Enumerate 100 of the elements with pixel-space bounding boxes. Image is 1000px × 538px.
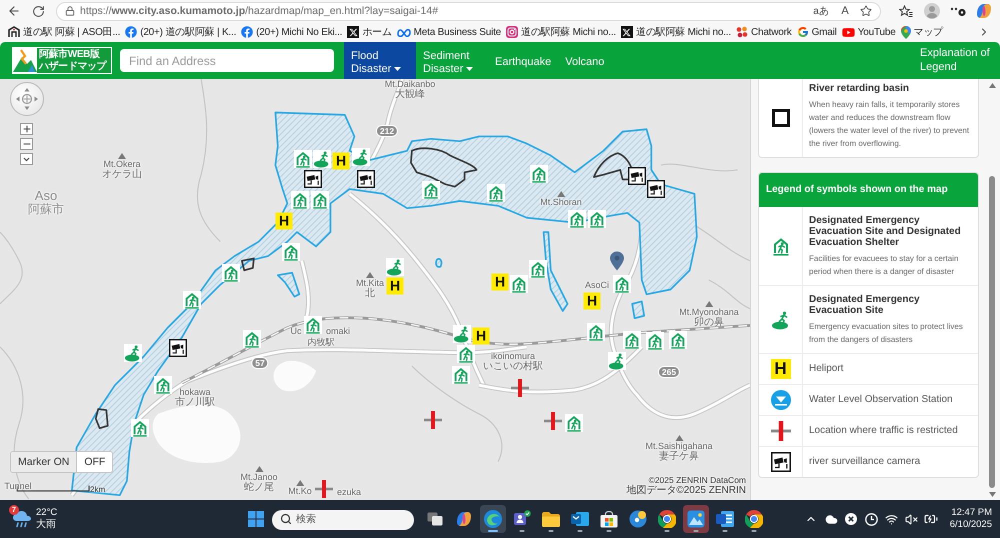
url-text: https://www.city.aso.kumamoto.jp/hazardmap/map_en.html?lay=saigai-14# — [80, 5, 440, 17]
evacuation-shelter-marker-icon[interactable] — [646, 332, 664, 350]
rain-cloud-icon[interactable] — [12, 510, 32, 528]
taskbar-app-button[interactable] — [683, 505, 709, 533]
place-label: hokawa — [179, 387, 211, 397]
heliport-marker[interactable]: H — [584, 292, 600, 310]
bookmark-item[interactable]: YouTube — [842, 26, 896, 38]
evacuation-shelter-marker-icon[interactable] — [565, 414, 583, 432]
retarding-basin-outline — [241, 258, 255, 272]
bookmark-item[interactable]: 道の駅阿蘇 Michi no... — [620, 25, 731, 39]
bookmark-item[interactable]: 道の駅阿蘇 Michi no... — [506, 25, 616, 39]
evacuation-shelter-marker-icon[interactable] — [422, 181, 440, 199]
evacuation-shelter-marker-icon[interactable] — [131, 419, 149, 437]
camera-marker-icon[interactable] — [169, 339, 187, 357]
place-label: 北 — [365, 288, 375, 299]
legend-label: Location where traffic is restricted — [809, 425, 959, 437]
translate-button[interactable]: aあ — [810, 2, 832, 20]
site-logo[interactable]: 阿蘇市WEB版 ハザードマップ — [12, 47, 112, 74]
bookmark-item[interactable]: Chatwork — [736, 26, 792, 38]
bookmark-item[interactable]: マップ — [900, 25, 944, 39]
scroll-up-icon[interactable] — [988, 83, 996, 88]
traffic-restriction-marker-icon[interactable] — [424, 411, 442, 429]
chatwork-icon — [736, 26, 748, 38]
x-logo-icon — [620, 26, 633, 38]
address-bar[interactable]: https://www.city.aso.kumamoto.jp/hazardmap/map_en.html?lay=saigai-14# aあ A — [56, 2, 881, 20]
bookmark-item[interactable]: (20+) Michi No Eki... — [241, 26, 342, 38]
taskbar-search-field[interactable]: 検索 — [272, 510, 414, 530]
menu-tab[interactable]: Flood Disaster — [344, 42, 416, 79]
focus-button[interactable] — [864, 510, 879, 528]
weather-temperature: 22°C — [36, 507, 58, 518]
zoom-in-button[interactable] — [20, 123, 33, 135]
x-logo-icon — [347, 26, 360, 38]
evacuation-shelter-marker-icon[interactable] — [623, 331, 641, 349]
evacuation-site-marker-icon[interactable] — [608, 352, 626, 370]
instagram-icon — [506, 26, 518, 38]
taskbar-app-button[interactable] — [480, 505, 506, 533]
camera-marker-icon[interactable] — [357, 170, 375, 188]
map-menu-button[interactable] — [20, 153, 33, 165]
evacuation-shelter-marker-icon[interactable] — [529, 260, 547, 278]
evacuation-shelter-marker-icon[interactable] — [222, 264, 240, 282]
evacuation-site-marker-icon[interactable] — [352, 148, 370, 166]
evacuation-shelter-marker-icon[interactable] — [669, 331, 687, 349]
evacuation-shelter-marker-icon[interactable] — [510, 275, 528, 293]
bookmark-item[interactable]: ホーム — [347, 25, 392, 39]
evacuation-shelter-marker-icon[interactable] — [457, 345, 475, 363]
heliport-marker[interactable]: H — [276, 212, 292, 230]
camera-marker-icon[interactable] — [628, 167, 646, 185]
read-aloud-button[interactable]: A — [837, 2, 853, 20]
evacuation-shelter-marker-icon[interactable] — [568, 210, 586, 228]
tray-status-button[interactable] — [844, 510, 859, 528]
evacuation-site-marker-icon[interactable] — [124, 344, 142, 362]
evacuation-shelter-marker-icon[interactable] — [311, 191, 329, 209]
scroll-down-icon[interactable] — [988, 492, 996, 497]
evacuation-shelter-marker-icon[interactable] — [452, 366, 470, 384]
evacuation-shelter-marker-icon[interactable] — [294, 150, 312, 168]
evacuation-shelter-marker-icon[interactable] — [304, 316, 322, 334]
google-icon — [796, 26, 809, 38]
camera-marker-icon[interactable] — [647, 180, 665, 198]
bookmark-item[interactable]: Gmail — [796, 26, 837, 38]
store-icon — [600, 510, 618, 528]
heliport-marker[interactable]: H — [472, 328, 490, 344]
document-app-icon — [716, 510, 734, 528]
bookmark-item[interactable]: (20+) 道の駅阿蘇 | K... — [125, 25, 236, 39]
station-logo-icon — [8, 26, 20, 38]
address-search-field[interactable]: Find an Address — [120, 49, 334, 72]
evacuation-shelter-marker-icon[interactable] — [291, 191, 309, 209]
marker-toggle-button[interactable]: Marker ON — [11, 452, 78, 472]
evacuation-shelter-marker-icon[interactable] — [530, 165, 548, 183]
zoom-out-button[interactable] — [20, 138, 33, 150]
evacuation-shelter-marker-icon[interactable] — [154, 376, 172, 394]
evacuation-site-marker-icon[interactable] — [386, 258, 404, 276]
evacuation-shelter-marker-icon[interactable] — [587, 323, 605, 341]
weather-condition: 大雨 — [36, 519, 57, 531]
heliport-marker[interactable]: H — [386, 278, 404, 294]
evacuation-shelter-marker-icon[interactable] — [613, 275, 631, 293]
evacuation-shelter-marker-icon[interactable] — [282, 243, 300, 261]
place-label: Mt.Ko — [288, 486, 312, 496]
evacuation-site-marker-icon[interactable] — [453, 325, 471, 343]
location-pin-icon[interactable] — [610, 252, 624, 270]
bookmark-item[interactable]: 道の駅 阿蘇 | ASO田... — [8, 25, 120, 39]
traffic-restriction-marker-icon[interactable] — [511, 379, 529, 397]
place-label: omaki — [326, 326, 350, 336]
evacuation-shelter-marker-icon[interactable] — [487, 184, 505, 202]
place-label: ezuka — [336, 487, 362, 497]
camera-marker-icon[interactable] — [304, 170, 322, 188]
traffic-restriction-marker-icon[interactable] — [544, 412, 562, 430]
traffic-restriction-marker-icon[interactable] — [315, 480, 333, 498]
evacuation-shelter-marker-icon[interactable] — [183, 291, 201, 309]
route-number-sign: 57 — [251, 357, 269, 369]
marker-toggle-button[interactable]: OFF — [77, 452, 112, 472]
evacuation-site-marker-icon[interactable] — [313, 150, 331, 168]
heliport-marker[interactable]: H — [492, 274, 508, 290]
scrollbar-thumb[interactable] — [989, 176, 995, 488]
bookmark-item[interactable]: Meta Business Suite — [396, 26, 502, 38]
copilot-icon — [976, 3, 992, 19]
legend-title: Designated Emergency Evacuation Site — [809, 294, 921, 316]
heliport-marker[interactable]: H — [332, 152, 350, 170]
evacuation-shelter-marker-icon[interactable] — [588, 210, 606, 228]
pan-control[interactable] — [10, 82, 44, 116]
evacuation-shelter-marker-icon[interactable] — [243, 330, 261, 348]
